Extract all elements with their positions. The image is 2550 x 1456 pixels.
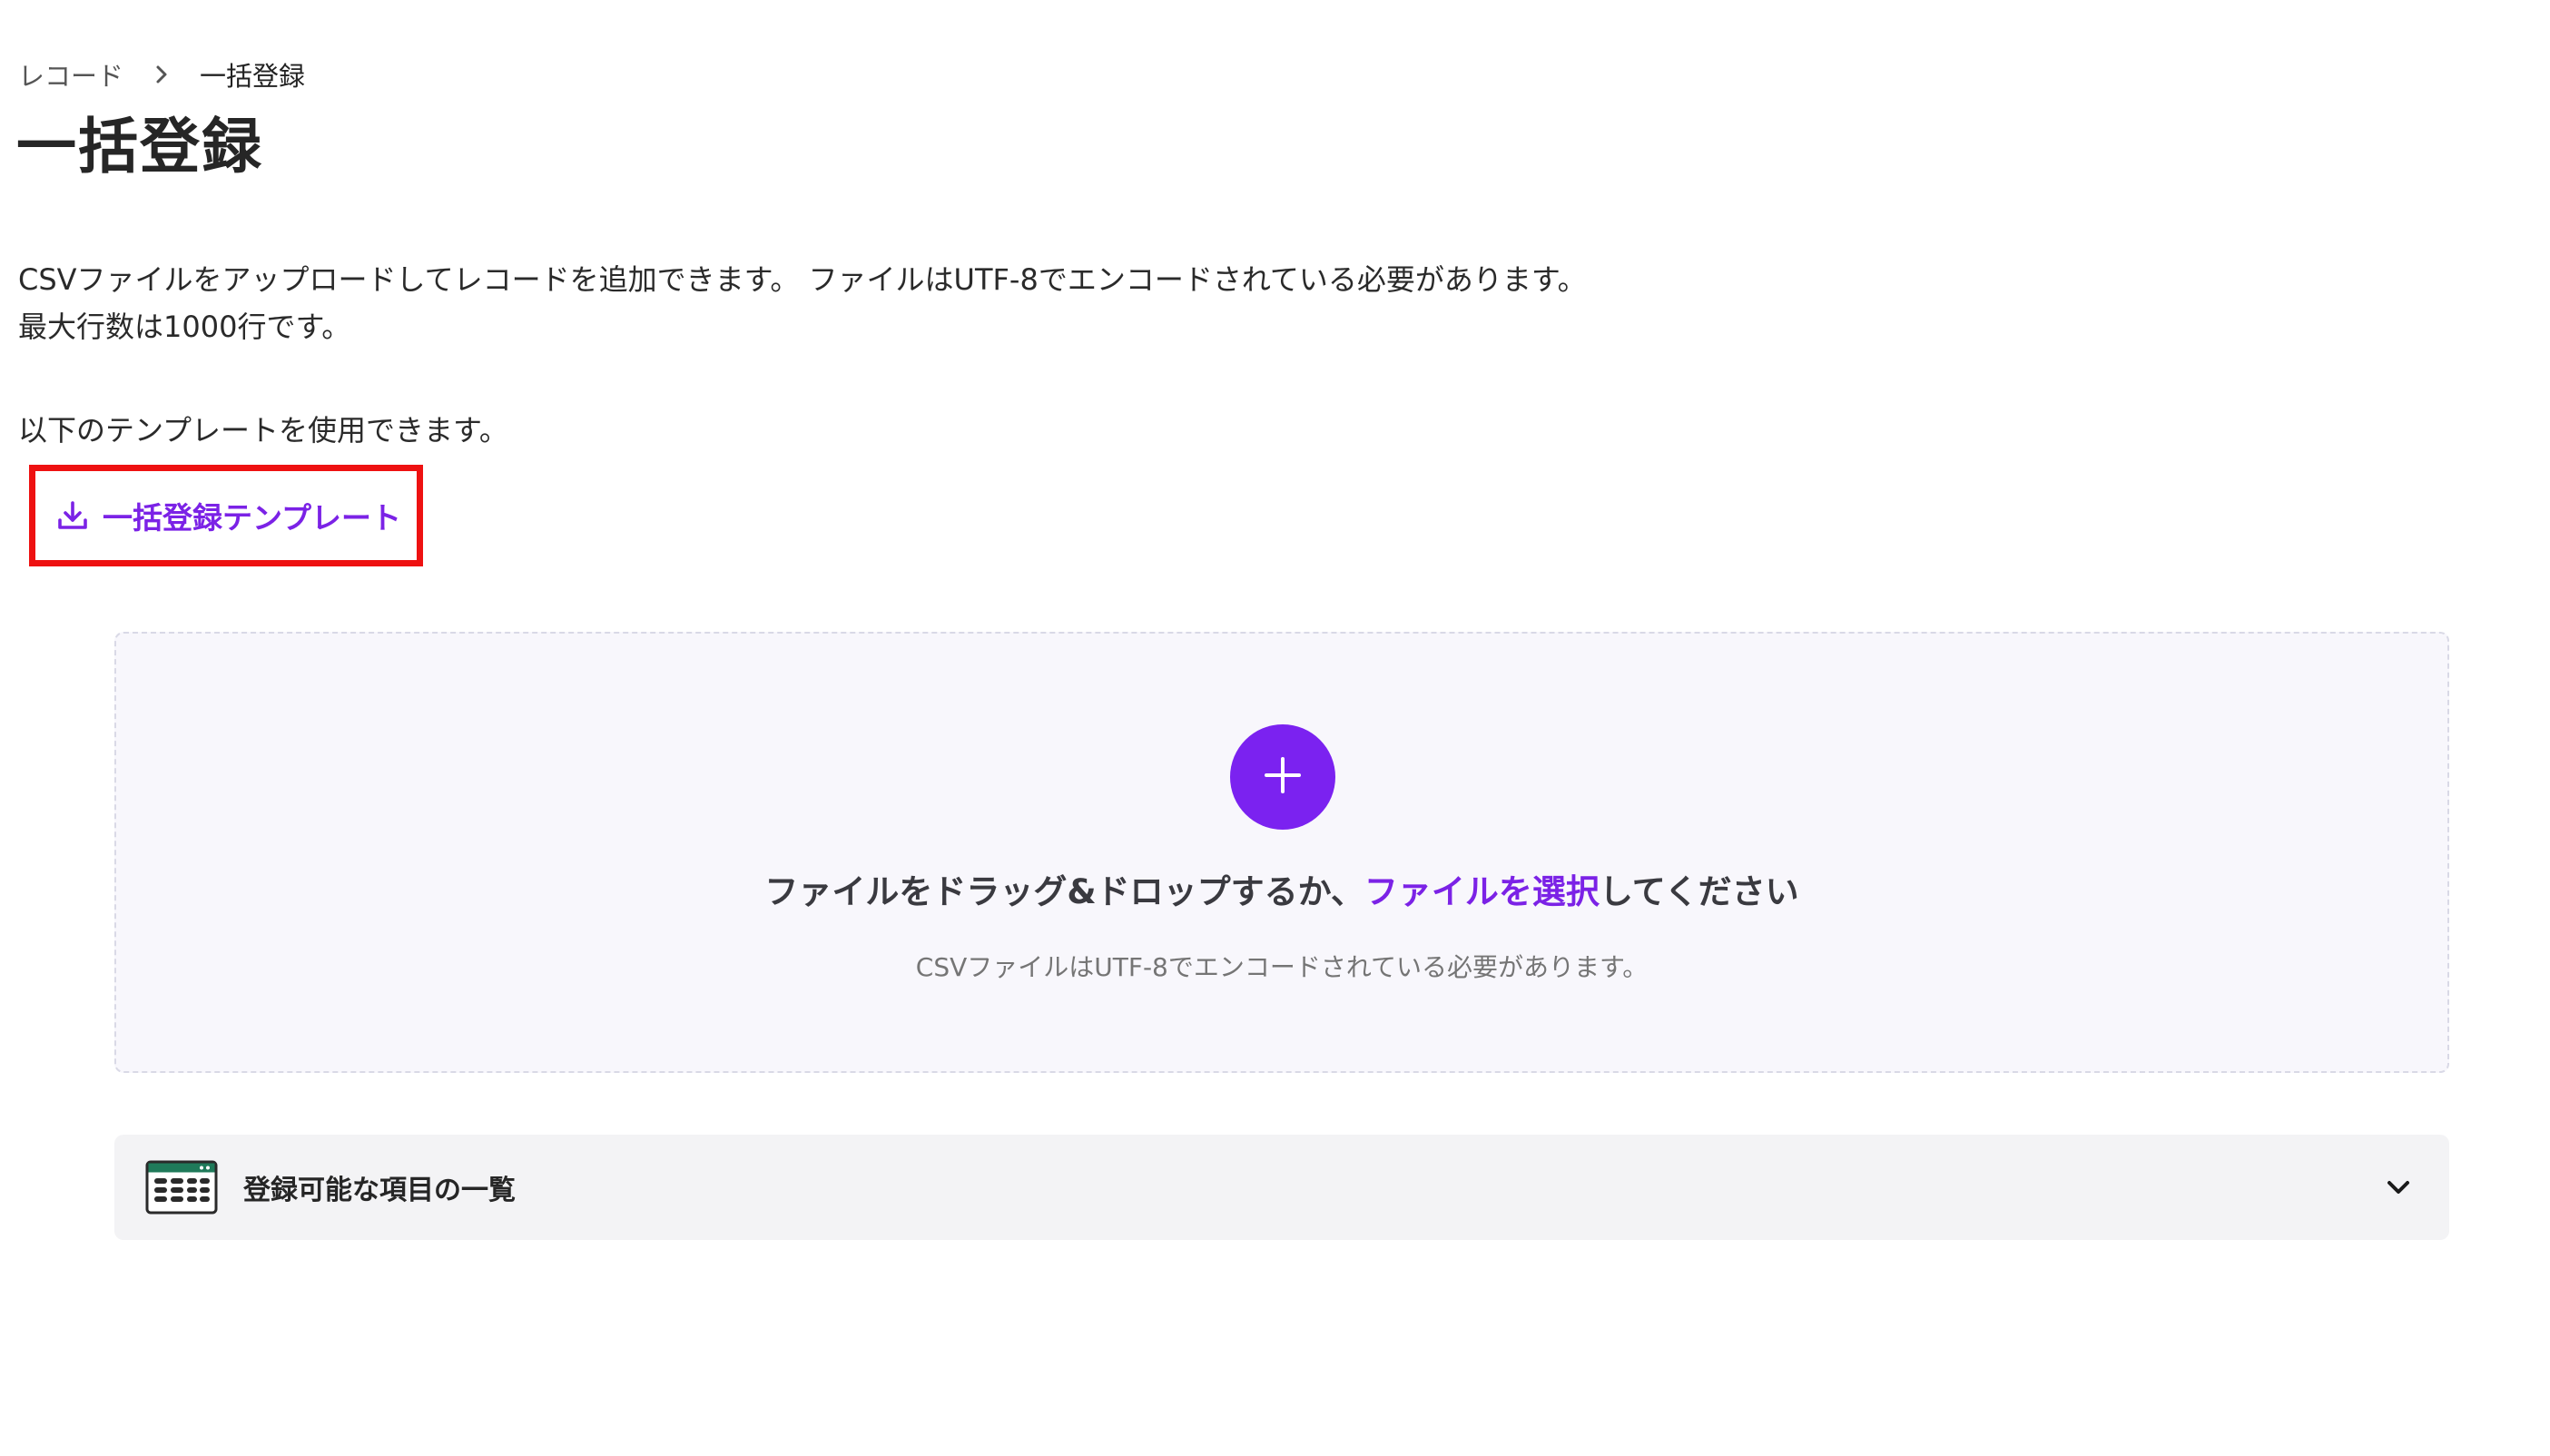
- description-line-2: 最大行数は1000行です。: [18, 310, 351, 344]
- chevron-down-icon[interactable]: [2382, 1171, 2415, 1204]
- description: CSVファイルをアップロードしてレコードを追加できます。 ファイルはUTF-8で…: [18, 256, 1587, 350]
- breadcrumb-parent[interactable]: レコード: [18, 55, 123, 93]
- file-dropzone[interactable]: ファイルをドラッグ&ドロップするか、ファイルを選択してください CSVファイルは…: [114, 632, 2449, 1073]
- description-line-1: CSVファイルをアップロードしてレコードを追加できます。 ファイルはUTF-8で…: [18, 262, 1587, 297]
- accordion-label: 登録可能な項目の一覧: [243, 1175, 516, 1206]
- download-icon: [55, 498, 90, 533]
- breadcrumb-current: 一括登録: [200, 61, 306, 92]
- plus-icon: [1261, 753, 1305, 801]
- dropzone-encoding-note: CSVファイルはUTF-8でエンコードされている必要があります。: [915, 952, 1649, 982]
- chevron-right-icon: [151, 64, 172, 85]
- template-note: 以下のテンプレートを使用できます。: [18, 413, 508, 448]
- template-download-link[interactable]: 一括登録テンプレート: [55, 494, 401, 537]
- dropzone-instruction: ファイルをドラッグ&ドロップするか、ファイルを選択してください: [116, 864, 2447, 913]
- template-link-highlight: 一括登録テンプレート: [29, 465, 423, 566]
- table-icon: [145, 1160, 218, 1215]
- add-file-button[interactable]: [1230, 724, 1335, 830]
- registrable-fields-accordion[interactable]: 登録可能な項目の一覧: [114, 1135, 2449, 1240]
- dropzone-instruction-after: してください: [1599, 872, 1799, 911]
- breadcrumb: レコード 一括登録: [18, 54, 305, 94]
- template-download-label: 一括登録テンプレート: [103, 500, 402, 536]
- dropzone-instruction-before: ファイルをドラッグ&ドロップするか、: [764, 872, 1364, 911]
- page-title: 一括登録: [16, 112, 263, 182]
- select-file-link[interactable]: ファイルを選択: [1364, 872, 1600, 911]
